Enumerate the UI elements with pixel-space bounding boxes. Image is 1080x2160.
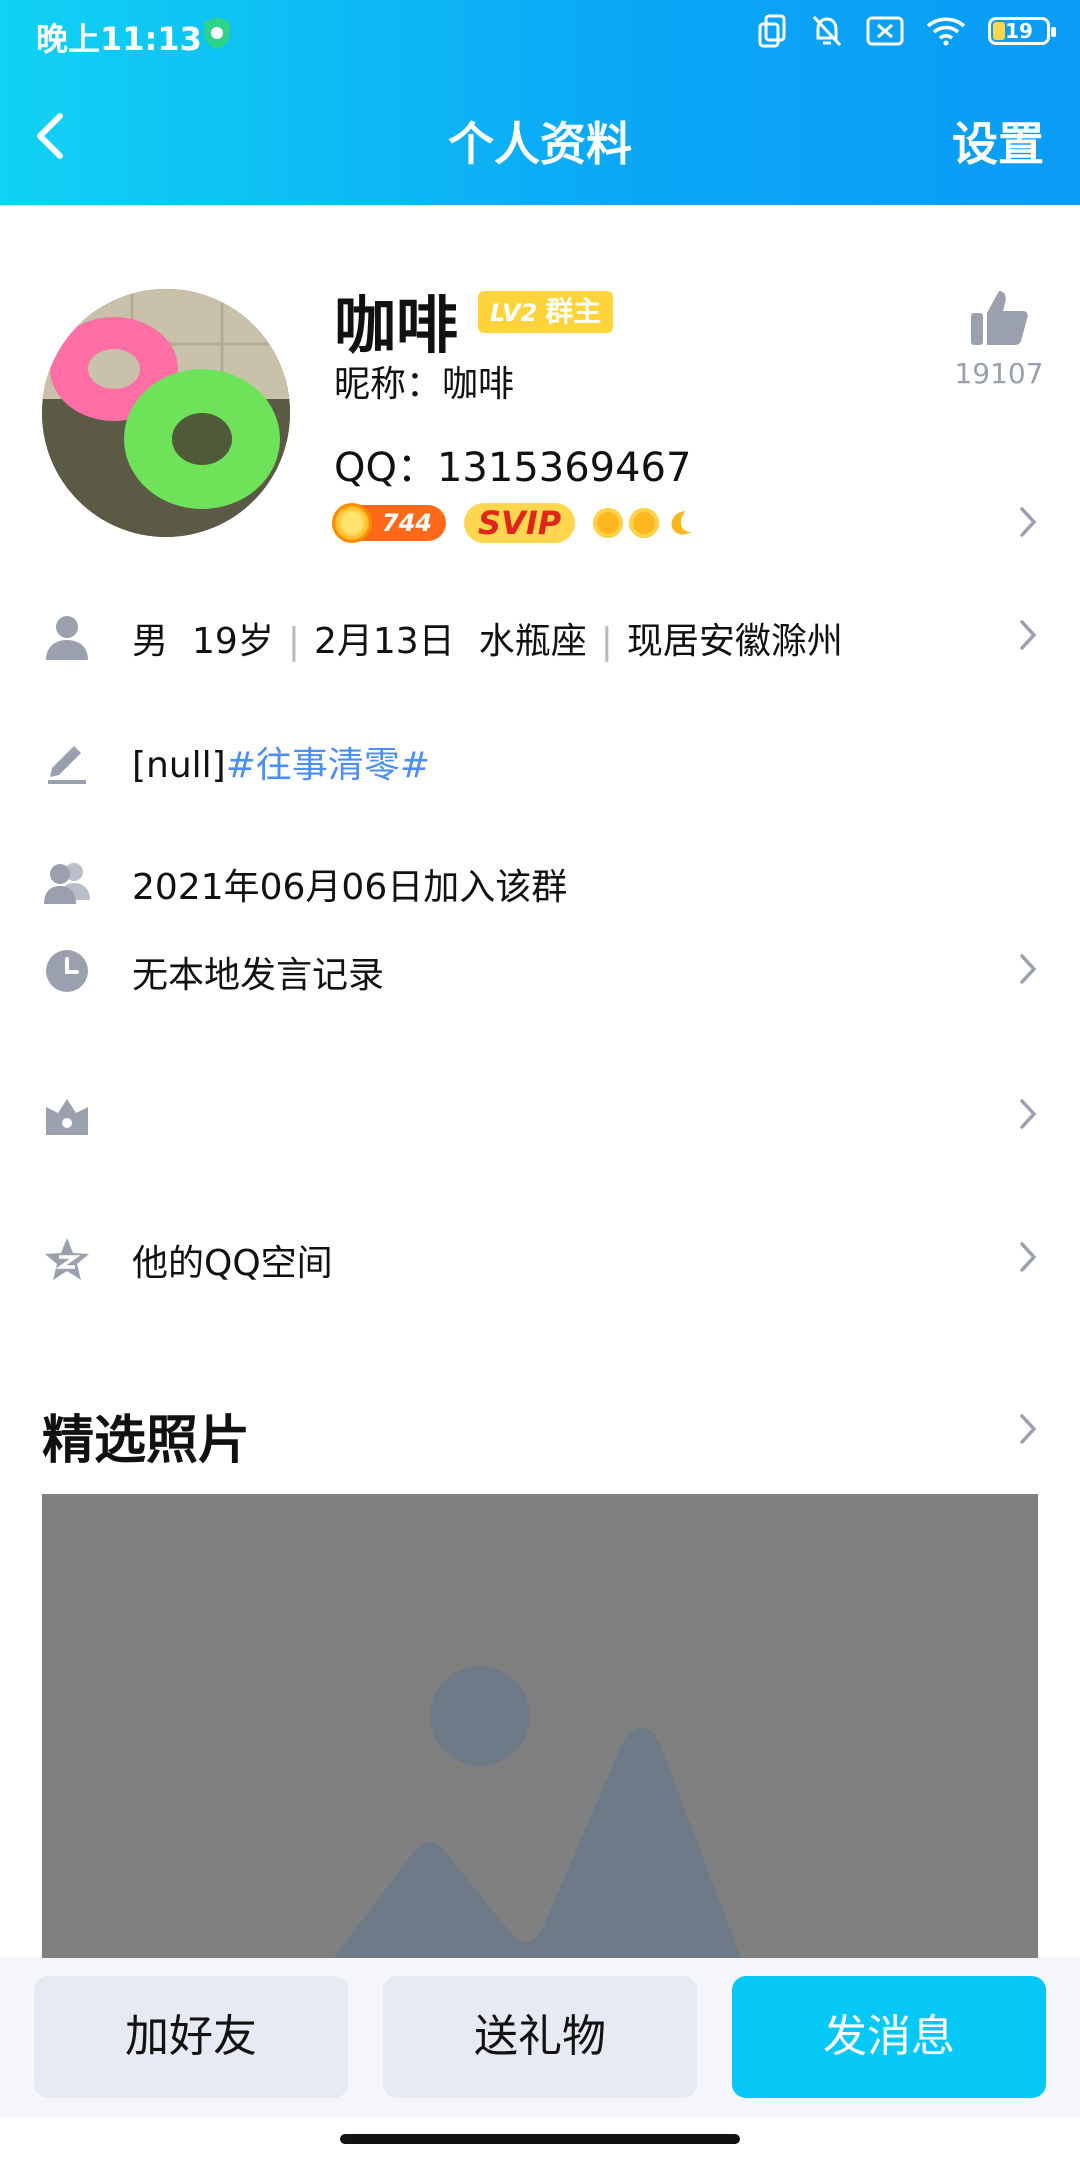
shield-icon [204, 17, 230, 49]
svip-badge: SVIP [464, 503, 576, 543]
no-sim-icon [866, 16, 904, 46]
moon-icon [671, 511, 692, 535]
settings-button[interactable]: 设置 [952, 108, 1044, 174]
qzone-row[interactable]: 他的QQ空间 [0, 1218, 1080, 1298]
badge-role: 群主 [545, 295, 602, 328]
status-icons: 19 [758, 14, 1056, 48]
featured-photo[interactable] [42, 1494, 1038, 1960]
thumbs-up-icon [971, 291, 1028, 345]
divider: | [600, 621, 613, 662]
pencil-icon [48, 746, 86, 784]
battery-icon: 19 [988, 17, 1056, 45]
sun-icon [593, 508, 624, 538]
like-button[interactable]: 19107 [954, 289, 1044, 390]
age: 19岁 [192, 621, 274, 662]
coin-icon [332, 503, 372, 543]
image-placeholder-icon [332, 1666, 742, 1960]
person-icon [46, 616, 88, 660]
signature-tag[interactable]: #往事清零# [226, 745, 430, 786]
user-name: 咖啡 [334, 289, 459, 362]
qq-level-icons [593, 508, 695, 538]
location: 现居安徽滁州 [626, 621, 843, 662]
speech-record: 无本地发言记录 [132, 955, 385, 996]
basic-info: 男 19岁 | 2月13日 水瓶座 | 现居安徽滁州 [132, 612, 843, 664]
home-indicator[interactable] [340, 2134, 740, 2144]
header: 晚上11:13 19 个人资料 设置 [0, 0, 1080, 205]
nickname: 昵称：咖啡 [334, 364, 515, 405]
chevron-right-icon [1020, 1099, 1037, 1129]
join-date: 2021年06月06日加入该群 [132, 867, 568, 908]
wifi-icon [926, 17, 966, 46]
add-friend-button[interactable]: 加好友 [34, 1976, 348, 2098]
join-date-row: 2021年06月06日加入该群 [0, 842, 1080, 922]
signature: [null]#往事清零# [132, 736, 430, 788]
qzone-star-icon [45, 1238, 89, 1280]
sim-icon [758, 14, 786, 48]
send-message-button[interactable]: 发消息 [732, 1976, 1046, 2098]
birthday: 2月13日 [313, 621, 455, 662]
badge-level: LV2 [490, 299, 538, 327]
chevron-right-icon[interactable] [1018, 505, 1038, 539]
coin-count: 744 [381, 509, 432, 537]
signature-text: [null] [132, 745, 226, 786]
chevron-right-icon [1020, 1242, 1037, 1272]
page-title: 个人资料 [448, 117, 632, 171]
crown-box-icon [46, 1099, 88, 1135]
basic-info-row[interactable]: 男 19岁 | 2月13日 水瓶座 | 现居安徽滁州 [0, 596, 1080, 676]
signature-row[interactable]: [null]#往事清零# [0, 720, 1080, 800]
bottom-action-bar: 加好友 送礼物 发消息 [0, 1958, 1080, 2118]
status-bar: 晚上11:13 19 [0, 0, 1080, 70]
status-time: 晚上11:13 [36, 20, 202, 58]
group-members-icon [44, 863, 90, 904]
gender: 男 [132, 621, 169, 662]
chevron-right-icon[interactable] [1018, 1412, 1038, 1446]
zodiac: 水瓶座 [478, 621, 587, 662]
badge-row[interactable]: 744 SVIP [332, 503, 695, 543]
speech-record-row[interactable]: 无本地发言记录 [0, 930, 1080, 1010]
send-gift-button[interactable]: 送礼物 [383, 1976, 697, 2098]
qzone-link: 他的QQ空间 [132, 1243, 333, 1284]
coin-badge: 744 [332, 503, 446, 543]
avatar[interactable] [42, 289, 290, 537]
sun-icon [629, 508, 660, 538]
featured-photos-title: 精选照片 [42, 1411, 251, 1471]
privilege-row[interactable] [0, 1075, 1080, 1155]
group-role-badge: LV2 群主 [478, 291, 614, 333]
clock-icon [46, 950, 88, 992]
qq-number: QQ：1315369467 [334, 445, 692, 491]
mute-bell-icon [812, 15, 842, 47]
chevron-right-icon [1020, 954, 1037, 984]
chevron-right-icon [1020, 620, 1037, 650]
divider: | [287, 621, 300, 662]
like-count: 19107 [954, 357, 1044, 390]
